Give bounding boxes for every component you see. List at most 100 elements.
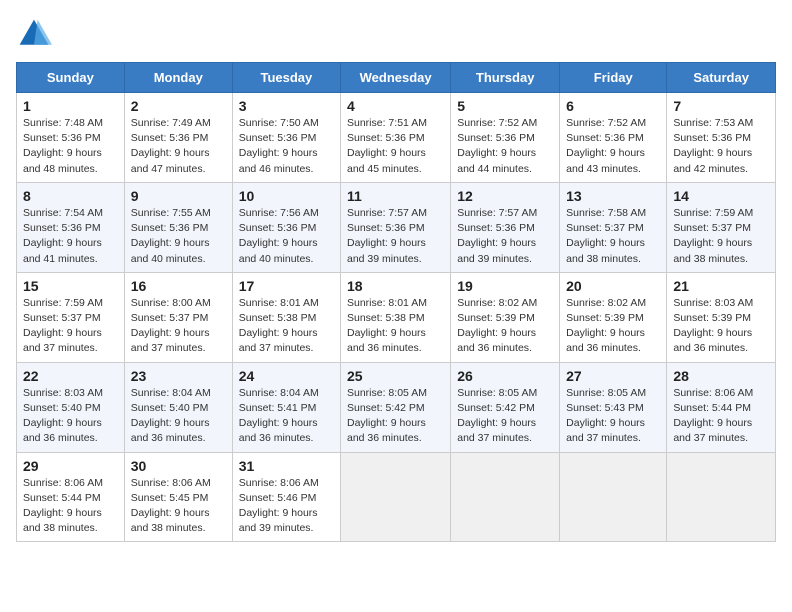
- day-number: 20: [566, 278, 660, 294]
- day-number: 24: [239, 368, 334, 384]
- calendar-day-cell: 27 Sunrise: 8:05 AM Sunset: 5:43 PM Dayli…: [560, 362, 667, 452]
- day-number: 27: [566, 368, 660, 384]
- day-info: Sunrise: 7:55 AM Sunset: 5:36 PM Dayligh…: [131, 206, 226, 267]
- day-number: 5: [457, 98, 553, 114]
- day-info: Sunrise: 7:49 AM Sunset: 5:36 PM Dayligh…: [131, 116, 226, 177]
- day-info: Sunrise: 8:03 AM Sunset: 5:40 PM Dayligh…: [23, 386, 118, 447]
- calendar-week-row: 8Sunrise: 7:54 AM Sunset: 5:36 PM Daylig…: [17, 182, 776, 272]
- day-info: Sunrise: 7:59 AM Sunset: 5:37 PM Dayligh…: [23, 296, 118, 357]
- day-info: Sunrise: 7:50 AM Sunset: 5:36 PM Dayligh…: [239, 116, 334, 177]
- day-number: 14: [673, 188, 769, 204]
- day-info: Sunrise: 8:03 AM Sunset: 5:39 PM Dayligh…: [673, 296, 769, 357]
- logo-icon: [16, 16, 52, 52]
- calendar-day-cell: 13Sunrise: 7:58 AM Sunset: 5:37 PM Dayli…: [560, 182, 667, 272]
- day-number: 30: [131, 458, 226, 474]
- calendar-empty-cell: [451, 452, 560, 542]
- calendar-day-cell: 28 Sunrise: 8:06 AM Sunset: 5:44 PM Dayli…: [667, 362, 776, 452]
- calendar-day-cell: 1 Sunrise: 7:48 AM Sunset: 5:36 PM Daylig…: [17, 93, 125, 183]
- calendar-week-row: 22 Sunrise: 8:03 AM Sunset: 5:40 PM Dayli…: [17, 362, 776, 452]
- day-info: Sunrise: 8:04 AM Sunset: 5:41 PM Dayligh…: [239, 386, 334, 447]
- day-info: Sunrise: 8:05 AM Sunset: 5:42 PM Dayligh…: [347, 386, 444, 447]
- day-number: 15: [23, 278, 118, 294]
- day-number: 3: [239, 98, 334, 114]
- calendar-day-cell: 4 Sunrise: 7:51 AM Sunset: 5:36 PM Daylig…: [341, 93, 451, 183]
- day-number: 23: [131, 368, 226, 384]
- day-number: 4: [347, 98, 444, 114]
- day-info: Sunrise: 7:53 AM Sunset: 5:36 PM Dayligh…: [673, 116, 769, 177]
- day-number: 21: [673, 278, 769, 294]
- day-info: Sunrise: 8:02 AM Sunset: 5:39 PM Dayligh…: [457, 296, 553, 357]
- calendar-day-cell: 26 Sunrise: 8:05 AM Sunset: 5:42 PM Dayli…: [451, 362, 560, 452]
- calendar-day-cell: 11 Sunrise: 7:57 AM Sunset: 5:36 PM Dayli…: [341, 182, 451, 272]
- weekday-header-thursday: Thursday: [451, 63, 560, 93]
- day-info: Sunrise: 7:52 AM Sunset: 5:36 PM Dayligh…: [457, 116, 553, 177]
- day-info: Sunrise: 8:05 AM Sunset: 5:43 PM Dayligh…: [566, 386, 660, 447]
- day-number: 7: [673, 98, 769, 114]
- day-info: Sunrise: 8:05 AM Sunset: 5:42 PM Dayligh…: [457, 386, 553, 447]
- calendar-day-cell: 9 Sunrise: 7:55 AM Sunset: 5:36 PM Daylig…: [124, 182, 232, 272]
- calendar-day-cell: 20 Sunrise: 8:02 AM Sunset: 5:39 PM Dayli…: [560, 272, 667, 362]
- day-number: 16: [131, 278, 226, 294]
- calendar-day-cell: 6 Sunrise: 7:52 AM Sunset: 5:36 PM Daylig…: [560, 93, 667, 183]
- weekday-header-friday: Friday: [560, 63, 667, 93]
- day-number: 2: [131, 98, 226, 114]
- day-number: 31: [239, 458, 334, 474]
- day-number: 29: [23, 458, 118, 474]
- weekday-header-sunday: Sunday: [17, 63, 125, 93]
- day-number: 6: [566, 98, 660, 114]
- day-info: Sunrise: 8:06 AM Sunset: 5:44 PM Dayligh…: [673, 386, 769, 447]
- logo: [16, 16, 56, 52]
- day-number: 26: [457, 368, 553, 384]
- calendar-day-cell: 15 Sunrise: 7:59 AM Sunset: 5:37 PM Dayli…: [17, 272, 125, 362]
- day-info: Sunrise: 8:06 AM Sunset: 5:46 PM Dayligh…: [239, 476, 334, 537]
- calendar-day-cell: 22 Sunrise: 8:03 AM Sunset: 5:40 PM Dayli…: [17, 362, 125, 452]
- day-info: Sunrise: 7:51 AM Sunset: 5:36 PM Dayligh…: [347, 116, 444, 177]
- day-number: 19: [457, 278, 553, 294]
- day-number: 18: [347, 278, 444, 294]
- day-info: Sunrise: 7:48 AM Sunset: 5:36 PM Dayligh…: [23, 116, 118, 177]
- weekday-header-tuesday: Tuesday: [232, 63, 340, 93]
- calendar-day-cell: 23Sunrise: 8:04 AM Sunset: 5:40 PM Dayli…: [124, 362, 232, 452]
- day-number: 28: [673, 368, 769, 384]
- day-number: 17: [239, 278, 334, 294]
- calendar-table: SundayMondayTuesdayWednesdayThursdayFrid…: [16, 62, 776, 542]
- calendar-week-row: 1 Sunrise: 7:48 AM Sunset: 5:36 PM Daylig…: [17, 93, 776, 183]
- calendar-day-cell: 18 Sunrise: 8:01 AM Sunset: 5:38 PM Dayli…: [341, 272, 451, 362]
- calendar-day-cell: 2 Sunrise: 7:49 AM Sunset: 5:36 PM Daylig…: [124, 93, 232, 183]
- day-number: 8: [23, 188, 118, 204]
- calendar-day-cell: 19 Sunrise: 8:02 AM Sunset: 5:39 PM Dayli…: [451, 272, 560, 362]
- day-info: Sunrise: 7:59 AM Sunset: 5:37 PM Dayligh…: [673, 206, 769, 267]
- day-info: Sunrise: 8:00 AM Sunset: 5:37 PM Dayligh…: [131, 296, 226, 357]
- calendar-empty-cell: [341, 452, 451, 542]
- day-number: 9: [131, 188, 226, 204]
- day-info: Sunrise: 7:57 AM Sunset: 5:36 PM Dayligh…: [457, 206, 553, 267]
- day-info: Sunrise: 8:02 AM Sunset: 5:39 PM Dayligh…: [566, 296, 660, 357]
- calendar-day-cell: 5 Sunrise: 7:52 AM Sunset: 5:36 PM Daylig…: [451, 93, 560, 183]
- day-number: 25: [347, 368, 444, 384]
- day-number: 11: [347, 188, 444, 204]
- day-info: Sunrise: 8:01 AM Sunset: 5:38 PM Dayligh…: [347, 296, 444, 357]
- day-number: 1: [23, 98, 118, 114]
- day-info: Sunrise: 7:58 AM Sunset: 5:37 PM Dayligh…: [566, 206, 660, 267]
- calendar-day-cell: 29 Sunrise: 8:06 AM Sunset: 5:44 PM Dayli…: [17, 452, 125, 542]
- day-info: Sunrise: 8:01 AM Sunset: 5:38 PM Dayligh…: [239, 296, 334, 357]
- day-info: Sunrise: 7:57 AM Sunset: 5:36 PM Dayligh…: [347, 206, 444, 267]
- calendar-day-cell: 25 Sunrise: 8:05 AM Sunset: 5:42 PM Dayli…: [341, 362, 451, 452]
- page-header: [16, 16, 776, 52]
- calendar-day-cell: 24 Sunrise: 8:04 AM Sunset: 5:41 PM Dayli…: [232, 362, 340, 452]
- day-info: Sunrise: 7:52 AM Sunset: 5:36 PM Dayligh…: [566, 116, 660, 177]
- day-number: 10: [239, 188, 334, 204]
- calendar-day-cell: 3 Sunrise: 7:50 AM Sunset: 5:36 PM Daylig…: [232, 93, 340, 183]
- calendar-day-cell: 30 Sunrise: 8:06 AM Sunset: 5:45 PM Dayli…: [124, 452, 232, 542]
- calendar-day-cell: 14 Sunrise: 7:59 AM Sunset: 5:37 PM Dayli…: [667, 182, 776, 272]
- day-info: Sunrise: 8:06 AM Sunset: 5:45 PM Dayligh…: [131, 476, 226, 537]
- calendar-day-cell: 8Sunrise: 7:54 AM Sunset: 5:36 PM Daylig…: [17, 182, 125, 272]
- calendar-day-cell: 10 Sunrise: 7:56 AM Sunset: 5:36 PM Dayli…: [232, 182, 340, 272]
- calendar-day-cell: 31 Sunrise: 8:06 AM Sunset: 5:46 PM Dayli…: [232, 452, 340, 542]
- day-info: Sunrise: 8:06 AM Sunset: 5:44 PM Dayligh…: [23, 476, 118, 537]
- weekday-header-monday: Monday: [124, 63, 232, 93]
- calendar-day-cell: 17 Sunrise: 8:01 AM Sunset: 5:38 PM Dayli…: [232, 272, 340, 362]
- day-number: 22: [23, 368, 118, 384]
- day-info: Sunrise: 7:56 AM Sunset: 5:36 PM Dayligh…: [239, 206, 334, 267]
- calendar-week-row: 15 Sunrise: 7:59 AM Sunset: 5:37 PM Dayli…: [17, 272, 776, 362]
